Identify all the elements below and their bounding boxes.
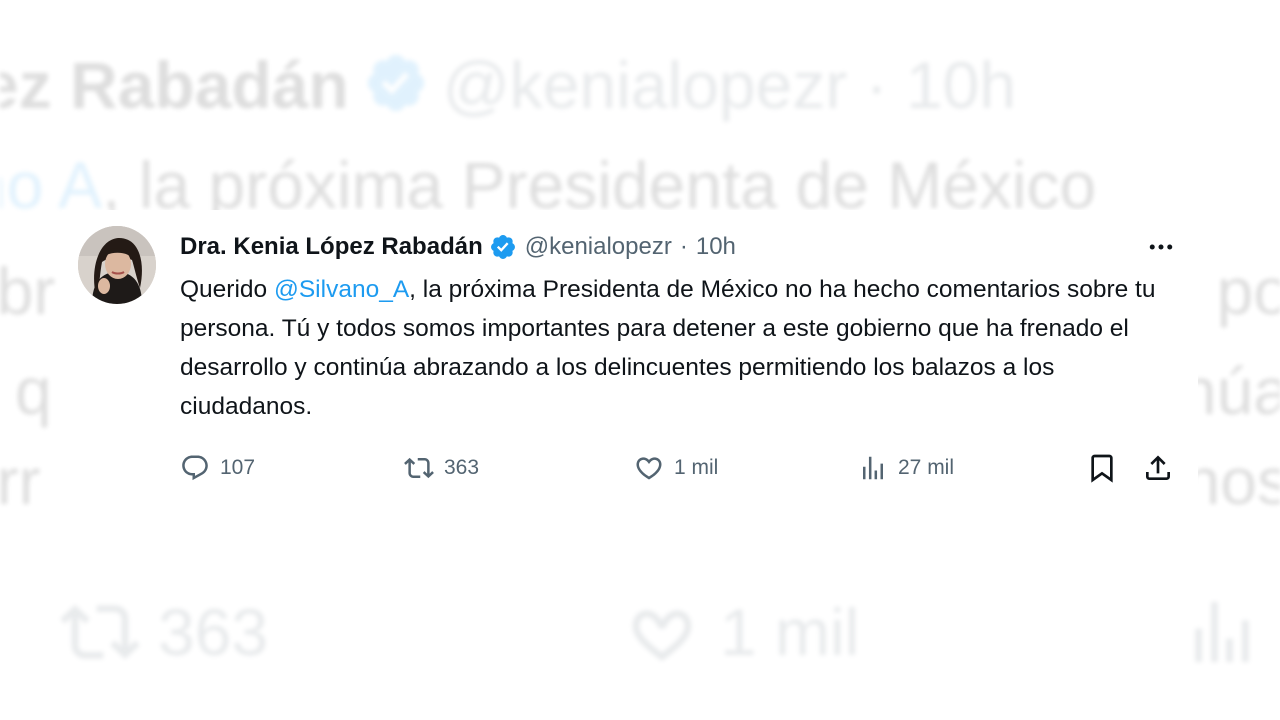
mention-link[interactable]: @Silvano_A xyxy=(274,276,409,303)
like-icon xyxy=(636,457,662,480)
bg-like-count: 1 mil xyxy=(720,595,860,669)
timestamp[interactable]: 10h xyxy=(696,233,736,261)
reply-button[interactable]: 107 xyxy=(180,446,255,490)
share-icon[interactable] xyxy=(1142,452,1174,484)
bg-views-icon xyxy=(1195,602,1249,662)
tweet-card[interactable]: Dra. Kenia López Rabadán @kenialopezr · … xyxy=(62,210,1198,510)
like-count: 1 mil xyxy=(674,456,719,479)
bg-repost-icon xyxy=(60,604,140,660)
views-count: 27 mil xyxy=(898,456,955,479)
bookmark-icon[interactable] xyxy=(1086,452,1118,484)
bg-left-3: o q xyxy=(0,354,52,428)
bg-text-row: no A, la próxima Presidenta de México xyxy=(0,152,1096,218)
tweet-text: Querido @Silvano_A, la próxima President… xyxy=(180,270,1190,426)
bg-left-4: err xyxy=(0,444,41,518)
views-button[interactable]: 27 mil xyxy=(858,446,954,490)
bg-right-2: po xyxy=(1216,254,1280,328)
bg-like-icon xyxy=(632,610,692,661)
bg-verified-icon xyxy=(367,54,424,112)
bg-left-2: obr xyxy=(0,254,56,328)
verified-badge-icon xyxy=(490,235,515,259)
more-options-icon[interactable] xyxy=(1144,232,1178,262)
repost-count: 363 xyxy=(444,456,480,479)
reply-icon xyxy=(182,455,208,481)
bg-handle: @kenialopezr · 10h xyxy=(442,48,1017,122)
bg-repost-count: 363 xyxy=(158,595,269,669)
author-name[interactable]: Dra. Kenia López Rabadán xyxy=(180,233,483,261)
tweet-header: Dra. Kenia López Rabadán @kenialopezr · … xyxy=(180,230,1178,264)
author-handle[interactable]: @kenialopezr xyxy=(525,233,672,261)
tweet-actions: 107 363 1 mil 27 mil xyxy=(180,446,1180,490)
reply-count: 107 xyxy=(220,456,256,479)
bg-repost: 363 xyxy=(60,592,268,672)
like-button[interactable]: 1 mil xyxy=(634,446,718,490)
bg-like: 1 mil xyxy=(622,592,859,672)
tweet-text-prefix: Querido xyxy=(180,276,274,303)
views-icon xyxy=(863,456,883,480)
avatar[interactable] xyxy=(78,226,156,304)
avatar-image xyxy=(78,226,156,304)
bg-name-row: ez Rabadán @kenialopezr · 10h xyxy=(0,50,1016,118)
repost-button[interactable]: 363 xyxy=(404,446,479,490)
bg-right-4: nos xyxy=(1183,444,1280,518)
bg-name: ez Rabadán xyxy=(0,48,349,122)
separator-dot: · xyxy=(679,233,688,260)
bg-views xyxy=(1182,592,1262,672)
repost-icon xyxy=(404,457,434,479)
